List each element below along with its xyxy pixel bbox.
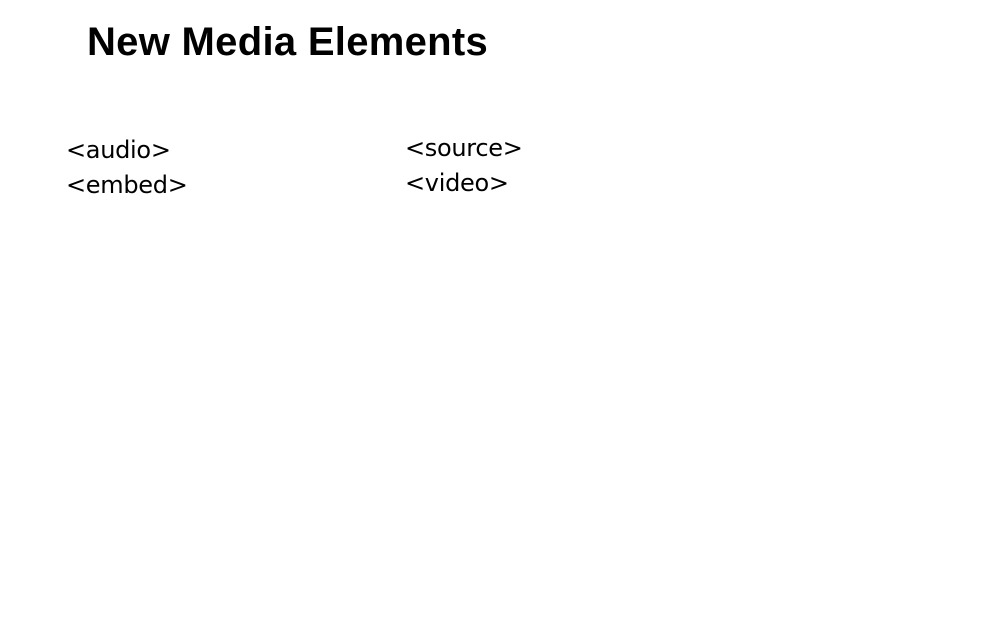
list-item: <audio> [66, 136, 171, 164]
list-item: <embed> [66, 171, 188, 199]
slide-title: New Media Elements [87, 20, 489, 64]
element-list-left: <audio> <embed> [66, 133, 188, 203]
list-item: <source> [405, 134, 523, 162]
element-list-right: <source> <video> [405, 131, 523, 201]
list-item: <video> [405, 169, 509, 197]
